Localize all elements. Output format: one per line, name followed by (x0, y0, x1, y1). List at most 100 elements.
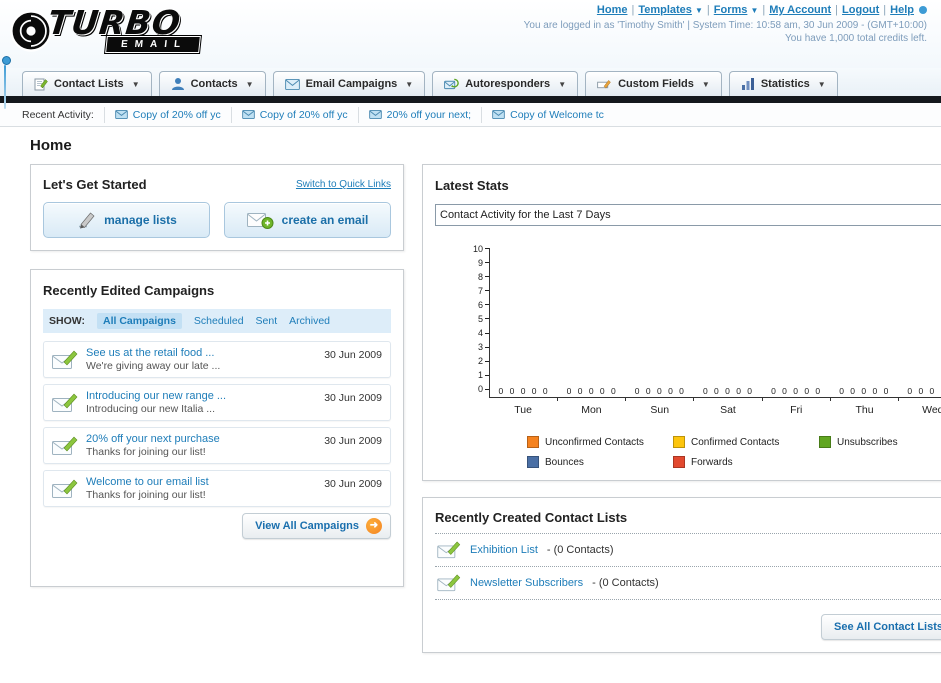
campaign-subtitle: Thanks for joining our list! (86, 489, 206, 501)
chart-x-tick-label: Fri (790, 404, 803, 416)
link-separator: | (706, 4, 710, 16)
chart-bar-group: 0 0 0 0 0 (490, 248, 559, 401)
tab-label: Autoresponders (465, 78, 551, 90)
chevron-down-icon: ▼ (701, 79, 710, 89)
chevron-down-icon: ▼ (817, 79, 826, 89)
manage-lists-button[interactable]: manage lists (43, 202, 210, 238)
manage-lists-label: manage lists (104, 213, 177, 227)
envelope-pencil-icon (437, 541, 461, 559)
recent-activity-bar: Recent Activity: Copy of 20% off yc Copy… (0, 103, 941, 127)
campaign-title-link[interactable]: Welcome to our email list (86, 476, 209, 488)
contact-list-row: Exhibition List - (0 Contacts) (435, 534, 941, 567)
chart-y-tick: 5 (478, 314, 489, 324)
link-separator: | (835, 4, 839, 16)
chart-x-tick-label: Mon (581, 404, 602, 416)
chart-x-axis-labels: Tue Mon Sun Sat Fri Thu Wed (489, 404, 941, 416)
envelope-pencil-icon (52, 350, 78, 370)
credits-text: You have 1,000 total credits left. (785, 33, 927, 44)
dropdown-arrow-icon: ▼ (750, 6, 759, 15)
activity-link[interactable]: Copy of 20% off yc (260, 109, 348, 121)
contact-lists-title: Recently Created Contact Lists (435, 510, 941, 534)
tab-autoresponders[interactable]: Autoresponders ▼ (432, 71, 579, 96)
stats-period-select[interactable]: Contact Activity for the Last 7 Days (435, 204, 941, 226)
legend-swatch (673, 456, 685, 468)
campaign-row: Introducing our new range ... Introducin… (43, 384, 391, 421)
campaign-title-link[interactable]: Introducing our new range ... (86, 390, 226, 402)
campaign-subtitle: Introducing our new Italia ... (86, 403, 215, 415)
tab-contacts[interactable]: Contacts ▼ (158, 71, 266, 96)
latest-stats-panel: Latest Stats Contact Activity for the La… (422, 164, 941, 481)
chart-value-labels: 0 0 0 0 0 (566, 386, 618, 396)
tab-contact-lists[interactable]: Contact Lists ▼ (22, 71, 152, 96)
legend-label: Forwards (691, 456, 733, 468)
show-label: SHOW: (49, 315, 85, 327)
activity-item: Copy of 20% off yc (103, 106, 231, 123)
top-link-templates[interactable]: Templates (638, 4, 692, 16)
chart-y-tick: 1 (478, 370, 489, 380)
contact-list-row: Newsletter Subscribers - (0 Contacts) (435, 567, 941, 600)
legend-item: Unsubscribes (819, 436, 941, 448)
legend-label: Unconfirmed Contacts (545, 436, 644, 448)
campaign-row: See us at the retail food ... We're givi… (43, 341, 391, 378)
latest-stats-title: Latest Stats (435, 178, 509, 193)
chevron-down-icon: ▼ (131, 79, 140, 89)
chevron-down-icon: ▼ (558, 79, 567, 89)
envelope-pencil-icon (52, 436, 78, 456)
tab-statistics[interactable]: Statistics ▼ (728, 71, 838, 96)
campaign-title-link[interactable]: See us at the retail food ... (86, 347, 220, 359)
app-logo[interactable]: TURBO EMAIL (8, 3, 202, 54)
envelope-plus-icon (246, 210, 274, 230)
chart-bar-group: 0 0 0 0 0 (694, 248, 763, 401)
view-all-campaigns-button[interactable]: View All Campaigns ➜ (242, 513, 391, 539)
envelope-icon (368, 110, 382, 119)
tab-custom-fields[interactable]: Custom Fields ▼ (585, 71, 722, 96)
chart-value-labels: 0 0 0 0 0 (702, 386, 755, 396)
switch-quick-links-link[interactable]: Switch to Quick Links (296, 179, 391, 190)
custom-fields-icon (597, 79, 612, 90)
campaign-row: Welcome to our email list Thanks for joi… (43, 470, 391, 507)
filter-all-campaigns[interactable]: All Campaigns (96, 313, 182, 329)
activity-link[interactable]: Copy of 20% off yc (133, 109, 221, 121)
envelope-pencil-icon (52, 479, 78, 499)
legend-swatch (527, 456, 539, 468)
top-link-my-account[interactable]: My Account (769, 4, 831, 16)
top-link-help[interactable]: Help (890, 4, 914, 16)
chart-y-tick: 8 (478, 272, 489, 282)
filter-sent[interactable]: Sent (256, 315, 278, 327)
envelope-pencil-icon (437, 574, 461, 592)
page: TURBO EMAIL Home | Templates ▼ | Forms ▼ | My … (0, 0, 941, 683)
campaign-date: 30 Jun 2009 (324, 392, 382, 404)
contacts-icon (171, 77, 185, 91)
top-link-logout[interactable]: Logout (842, 4, 879, 16)
statistics-icon (741, 77, 755, 91)
filter-archived[interactable]: Archived (289, 315, 330, 327)
link-separator: | (883, 4, 887, 16)
legend-item: Forwards (673, 456, 819, 468)
activity-link[interactable]: 20% off your next; (387, 109, 471, 121)
email-campaigns-icon (284, 78, 300, 90)
tab-label: Contact Lists (54, 78, 124, 90)
create-email-button[interactable]: create an email (224, 202, 391, 238)
link-separator: | (631, 4, 635, 16)
chevron-down-icon: ▼ (405, 79, 414, 89)
top-link-forms[interactable]: Forms (714, 4, 748, 16)
tab-email-campaigns[interactable]: Email Campaigns ▼ (272, 71, 426, 96)
activity-link[interactable]: Copy of Welcome tc (510, 109, 604, 121)
chart-bar-group: 0 0 0 0 0 (763, 248, 831, 401)
arrow-right-icon: ➜ (366, 518, 382, 534)
contact-list-link[interactable]: Newsletter Subscribers (470, 577, 583, 589)
link-separator: | (762, 4, 766, 16)
top-link-home[interactable]: Home (597, 4, 628, 16)
chart-y-tick: 3 (478, 342, 489, 352)
filter-scheduled[interactable]: Scheduled (194, 315, 244, 327)
chart-x-tick-label: Sun (650, 404, 670, 416)
chart-y-tick: 0 (478, 384, 489, 394)
recent-activity-label: Recent Activity: (22, 108, 94, 121)
contact-list-link[interactable]: Exhibition List (470, 544, 538, 556)
see-all-contact-lists-button[interactable]: See All Contact Lists ➜ (820, 614, 941, 640)
top-header: TURBO EMAIL Home | Templates ▼ | Forms ▼ | My … (0, 0, 941, 109)
legend-swatch (527, 436, 539, 448)
campaign-title-link[interactable]: 20% off your next purchase (86, 433, 220, 445)
contact-activity-chart: 10 9 8 7 6 5 4 3 2 1 0 0 0 0 0 00 0 0 0 00 0 0 0 0… (435, 244, 941, 468)
logo-secondary-text: EMAIL (105, 36, 202, 53)
